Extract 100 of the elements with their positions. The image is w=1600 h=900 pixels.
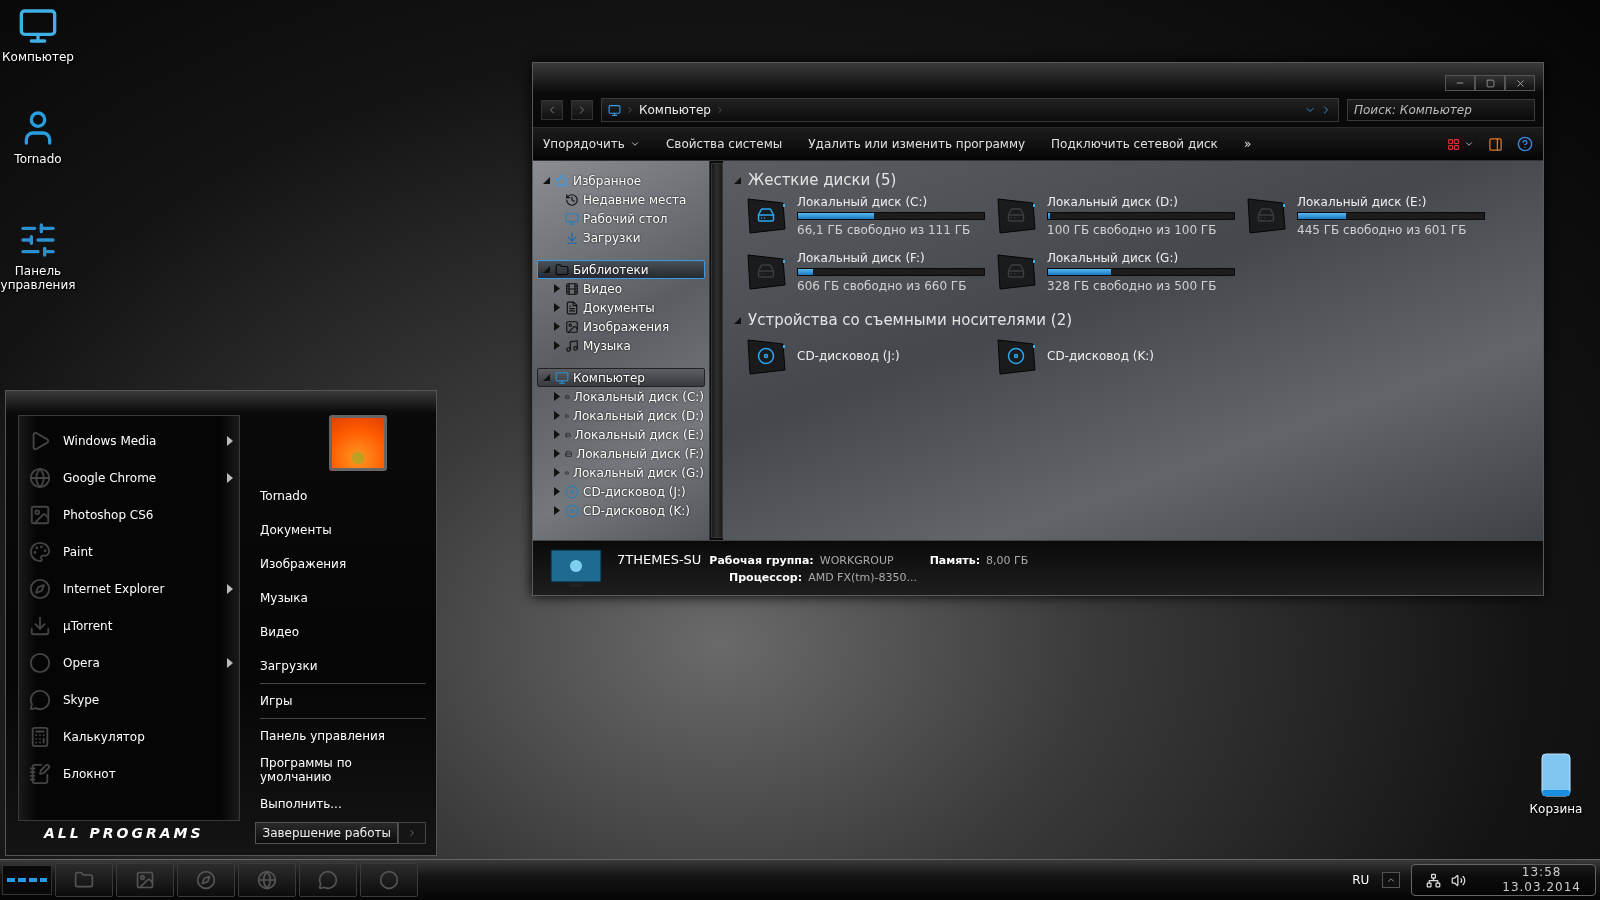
- expander-icon[interactable]: [542, 373, 551, 382]
- program-item[interactable]: Windows Media: [63, 433, 157, 448]
- tree-item[interactable]: Загрузки: [537, 228, 705, 247]
- all-programs-link[interactable]: ALL PROGRAMS: [18, 825, 256, 841]
- tree-item[interactable]: Локальный диск (G:): [537, 463, 705, 482]
- program-item[interactable]: Блокнот: [63, 766, 116, 781]
- expander-icon[interactable]: [552, 430, 561, 439]
- drive-name[interactable]: CD-дисковод (J:): [797, 349, 900, 363]
- desktop-icon-label[interactable]: Компьютер: [2, 50, 74, 64]
- toolbar-button[interactable]: Подключить сетевой диск: [1051, 135, 1218, 153]
- menu-item[interactable]: Игры: [260, 694, 293, 708]
- music-icon: [565, 338, 579, 353]
- taskbar-button[interactable]: [177, 863, 235, 897]
- program-item[interactable]: Opera: [63, 655, 100, 670]
- expander-icon[interactable]: [552, 322, 561, 331]
- group-heading[interactable]: Устройства со съемными носителями (2): [748, 311, 1073, 329]
- program-item[interactable]: µTorrent: [63, 618, 113, 633]
- taskbar-button[interactable]: [360, 863, 418, 897]
- desktop-icon-label[interactable]: Tornado: [14, 152, 62, 166]
- tree-item[interactable]: Рабочий стол: [537, 209, 705, 228]
- drive-name[interactable]: Локальный диск (C:): [797, 195, 985, 209]
- drive-name[interactable]: CD-дисковод (K:): [1047, 349, 1155, 363]
- clock-icon: [565, 192, 579, 207]
- menu-item[interactable]: Изображения: [260, 557, 347, 571]
- tree-item[interactable]: Локальный диск (C:): [537, 387, 705, 406]
- tree-item[interactable]: Локальный диск (D:): [537, 406, 705, 425]
- program-item[interactable]: Skype: [63, 692, 100, 707]
- image-icon: [565, 319, 579, 334]
- menu-item[interactable]: Загрузки: [260, 659, 318, 673]
- address-bar[interactable]: Компьютер: [601, 98, 1339, 122]
- tree-item[interactable]: Документы: [537, 298, 705, 317]
- minimize-button[interactable]: [1445, 75, 1475, 91]
- view-button[interactable]: [1447, 137, 1474, 151]
- show-hidden-icons-button[interactable]: [1382, 872, 1401, 888]
- toolbar-button[interactable]: »: [1243, 135, 1252, 153]
- taskbar-button[interactable]: [299, 863, 357, 897]
- menu-item[interactable]: Музыка: [260, 591, 308, 605]
- help-button[interactable]: [1517, 136, 1533, 152]
- expander-icon[interactable]: [552, 411, 561, 420]
- language-indicator[interactable]: RU: [1352, 873, 1370, 887]
- menu-item[interactable]: Документы: [260, 523, 332, 537]
- expander-icon[interactable]: [552, 487, 561, 496]
- taskbar-button[interactable]: [238, 863, 296, 897]
- expander-icon[interactable]: [552, 449, 561, 458]
- tree-item[interactable]: Локальный диск (E:): [537, 425, 705, 444]
- tree-item[interactable]: Музыка: [537, 336, 705, 355]
- tree-item[interactable]: CD-дисковод (K:): [537, 501, 705, 520]
- program-item[interactable]: Internet Explorer: [63, 581, 165, 596]
- tree-item[interactable]: Локальный диск (F:): [537, 444, 705, 463]
- toolbar-button[interactable]: Удалить или изменить программу: [808, 135, 1026, 153]
- desktop-icon-label[interactable]: Панель управления: [0, 264, 76, 292]
- program-item[interactable]: Google Chrome: [63, 470, 157, 485]
- back-button[interactable]: [541, 100, 563, 120]
- menu-item[interactable]: Программы по умолчанию: [260, 756, 426, 784]
- globe-icon: [29, 466, 51, 489]
- tree-item[interactable]: Библиотеки: [537, 260, 705, 279]
- menu-button[interactable]: Упорядочить: [543, 135, 640, 153]
- expander-icon[interactable]: [542, 176, 551, 185]
- expander-icon[interactable]: [552, 392, 561, 401]
- tree-item[interactable]: Недавние места: [537, 190, 705, 209]
- expander-icon[interactable]: [733, 175, 742, 185]
- menu-item[interactable]: Видео: [260, 625, 300, 639]
- start-button[interactable]: [2, 865, 52, 895]
- disc-icon: [565, 503, 579, 518]
- toolbar-button[interactable]: Свойства системы: [665, 135, 783, 153]
- tree-item[interactable]: Компьютер: [537, 368, 705, 387]
- circle-icon: [29, 651, 51, 674]
- shutdown-button[interactable]: Завершение работы: [255, 822, 398, 844]
- menu-item[interactable]: Tornado: [260, 489, 308, 503]
- drive-name[interactable]: Локальный диск (E:): [1297, 195, 1485, 209]
- clock-time[interactable]: 13:58: [1521, 865, 1562, 880]
- tree-item[interactable]: Видео: [537, 279, 705, 298]
- group-heading[interactable]: Жесткие диски (5): [748, 171, 897, 189]
- expander-icon[interactable]: [733, 315, 742, 325]
- scrollbar[interactable]: [709, 161, 723, 540]
- expander-icon[interactable]: [552, 341, 561, 350]
- tree-item[interactable]: Избранное: [537, 171, 705, 190]
- drive-name[interactable]: Локальный диск (F:): [797, 251, 985, 265]
- drive-name[interactable]: Локальный диск (G:): [1047, 251, 1235, 265]
- drive-name[interactable]: Локальный диск (D:): [1047, 195, 1235, 209]
- desktop-icon-label[interactable]: Корзина: [1529, 802, 1583, 816]
- tree-item[interactable]: Изображения: [537, 317, 705, 336]
- clock-date[interactable]: 13.03.2014: [1502, 880, 1581, 895]
- expander-icon[interactable]: [552, 506, 561, 515]
- maximize-button[interactable]: [1475, 75, 1505, 91]
- program-item[interactable]: Photoshop CS6: [63, 507, 154, 522]
- tree-item[interactable]: CD-дисковод (J:): [537, 482, 705, 501]
- search-field[interactable]: Поиск: Компьютер: [1347, 99, 1535, 121]
- expander-icon[interactable]: [552, 468, 561, 477]
- preview-pane-button[interactable]: [1488, 136, 1503, 152]
- menu-item[interactable]: Выполнить...: [260, 797, 342, 811]
- expander-icon[interactable]: [552, 284, 561, 293]
- program-item[interactable]: Paint: [63, 544, 93, 559]
- close-button[interactable]: [1505, 75, 1535, 91]
- taskbar-button[interactable]: [116, 863, 174, 897]
- forward-button[interactable]: [571, 100, 593, 120]
- expander-icon[interactable]: [552, 303, 561, 312]
- shutdown-options-button[interactable]: [398, 822, 426, 844]
- menu-item[interactable]: Панель управления: [260, 729, 386, 743]
- program-item[interactable]: Калькулятор: [63, 729, 145, 744]
